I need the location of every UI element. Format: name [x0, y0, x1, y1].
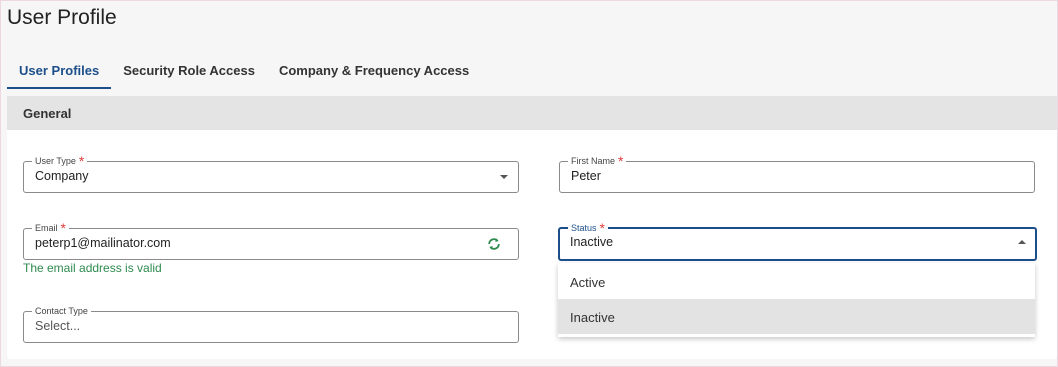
required-asterisk: * — [618, 153, 624, 169]
tab-bar: User Profiles Security Role Access Compa… — [7, 56, 481, 89]
user-type-value: Company — [35, 169, 89, 183]
user-type-select[interactable]: User Type * Company — [23, 154, 519, 193]
status-dropdown-menu: Active Inactive — [558, 263, 1035, 337]
user-type-label: User Type * — [32, 153, 88, 169]
chevron-down-icon — [500, 175, 508, 179]
email-label: Email * — [32, 220, 69, 236]
first-name-field[interactable]: First Name * Peter — [559, 154, 1035, 193]
first-name-value: Peter — [571, 169, 601, 183]
tab-user-profiles[interactable]: User Profiles — [7, 56, 112, 89]
status-value: Inactive — [570, 235, 614, 249]
status-option-active[interactable]: Active — [558, 264, 1035, 299]
contact-type-label: Contact Type — [32, 305, 91, 317]
tab-company-frequency-access[interactable]: Company & Frequency Access — [267, 56, 481, 87]
email-value: peterp1@mailinator.com — [35, 236, 171, 250]
required-asterisk: * — [78, 153, 85, 169]
page-title: User Profile — [7, 6, 117, 29]
section-title: General — [23, 106, 72, 121]
status-option-inactive[interactable]: Inactive — [558, 299, 1035, 334]
first-name-label: First Name * — [568, 153, 627, 169]
contact-type-select[interactable]: Contact Type Select... — [23, 305, 519, 343]
refresh-icon[interactable] — [486, 236, 502, 252]
section-header: General — [7, 96, 1057, 130]
email-field[interactable]: Email * peterp1@mailinator.com — [23, 221, 519, 260]
tab-security-role-access[interactable]: Security Role Access — [111, 56, 267, 87]
required-asterisk: * — [60, 220, 66, 236]
contact-type-placeholder: Select... — [35, 319, 81, 333]
status-label: Status * — [568, 220, 608, 236]
required-asterisk: * — [599, 220, 605, 236]
email-valid-message: The email address is valid — [23, 261, 162, 275]
status-select[interactable]: Status * Inactive — [558, 221, 1037, 261]
chevron-up-icon — [1018, 240, 1026, 244]
